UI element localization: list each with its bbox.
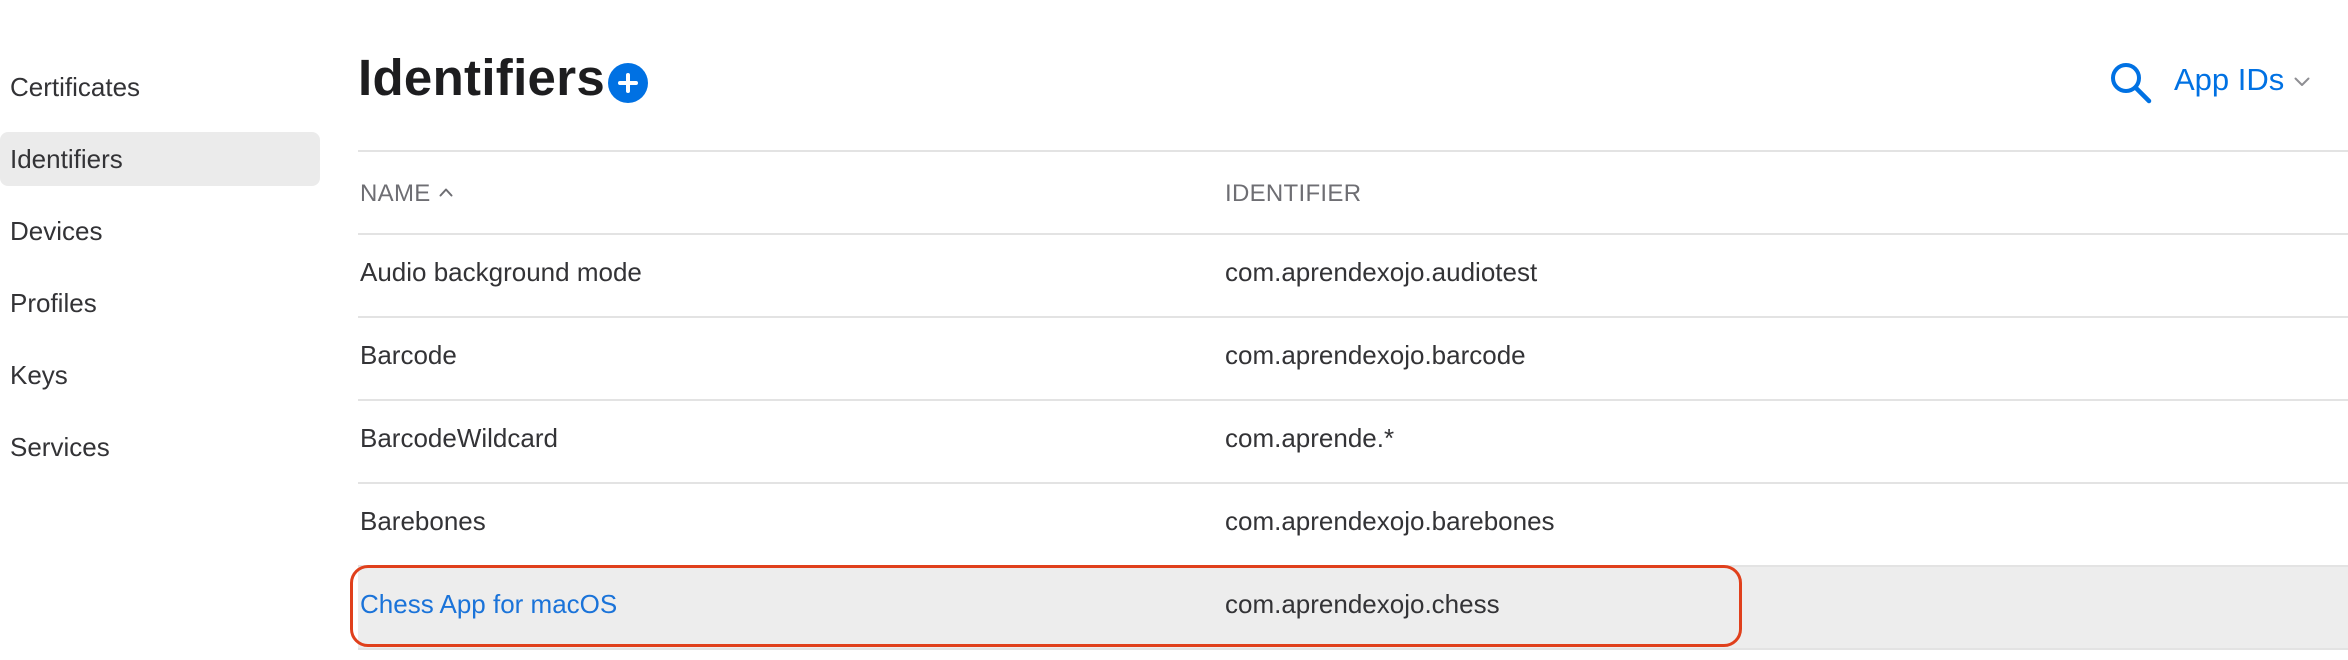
search-button[interactable] xyxy=(2108,60,2154,106)
column-header-name[interactable]: NAME xyxy=(360,180,453,208)
search-icon xyxy=(2111,63,2152,104)
identifier-type-select[interactable]: App IDs xyxy=(2174,62,2310,98)
sidebar-item-label: Certificates xyxy=(10,71,141,102)
identifier-name: Barcode xyxy=(360,340,457,370)
column-header-label: IDENTIFIER xyxy=(1225,180,1362,207)
identifier-value: com.aprendexojo.chess xyxy=(1225,589,1500,619)
sidebar-item-label: Keys xyxy=(10,359,68,390)
page-title: Identifiers xyxy=(358,49,606,106)
sidebar-item-keys[interactable]: Keys xyxy=(0,348,320,402)
identifier-value: com.aprendexojo.audiotest xyxy=(1225,257,1538,287)
sidebar-item-label: Services xyxy=(10,431,110,462)
chevron-down-icon xyxy=(2294,77,2310,86)
identifier-name: BarcodeWildcard xyxy=(360,423,558,453)
table-row[interactable]: BarcodeWildcard com.aprende.* xyxy=(358,401,2348,484)
sidebar-item-label: Identifiers xyxy=(10,143,123,174)
identifier-name: Audio background mode xyxy=(360,257,642,287)
sidebar: Certificates Identifiers Devices Profile… xyxy=(0,60,320,492)
sidebar-item-services[interactable]: Services xyxy=(0,420,320,474)
column-header-label: NAME xyxy=(360,180,431,207)
main-content: Identifiers App IDs NAME IDENTIFIER Audi… xyxy=(350,0,2348,650)
table-row-selected[interactable]: Chess App for macOS com.aprendexojo.ches… xyxy=(350,565,2348,650)
sidebar-item-certificates[interactable]: Certificates xyxy=(0,60,320,114)
table-row[interactable]: Audio background mode com.aprendexojo.au… xyxy=(358,235,2348,318)
identifier-value: com.aprende.* xyxy=(1225,423,1395,453)
sidebar-item-devices[interactable]: Devices xyxy=(0,204,320,258)
sidebar-item-profiles[interactable]: Profiles xyxy=(0,276,320,330)
identifiers-table: NAME IDENTIFIER Audio background mode co… xyxy=(350,150,2348,650)
add-identifier-button[interactable] xyxy=(608,63,648,103)
sort-ascending-icon xyxy=(439,188,453,197)
table-row[interactable]: Barcode com.aprendexojo.barcode xyxy=(358,318,2348,401)
table-header: NAME IDENTIFIER xyxy=(358,152,2348,235)
identifier-value: com.aprendexojo.barcode xyxy=(1225,340,1526,370)
page-header: Identifiers App IDs xyxy=(358,0,2348,150)
identifier-value: com.aprendexojo.barebones xyxy=(1225,506,1555,536)
sidebar-item-label: Profiles xyxy=(10,287,97,318)
page: Certificates Identifiers Devices Profile… xyxy=(0,0,2348,660)
column-header-identifier[interactable]: IDENTIFIER xyxy=(1225,180,1361,208)
sidebar-item-identifiers[interactable]: Identifiers xyxy=(0,132,320,186)
identifier-name-link[interactable]: Chess App for macOS xyxy=(360,589,617,620)
identifier-name: Barebones xyxy=(360,506,486,536)
table-row[interactable]: Barebones com.aprendexojo.barebones xyxy=(358,484,2348,567)
sidebar-item-label: Devices xyxy=(10,215,103,246)
identifier-type-selected: App IDs xyxy=(2174,62,2285,97)
